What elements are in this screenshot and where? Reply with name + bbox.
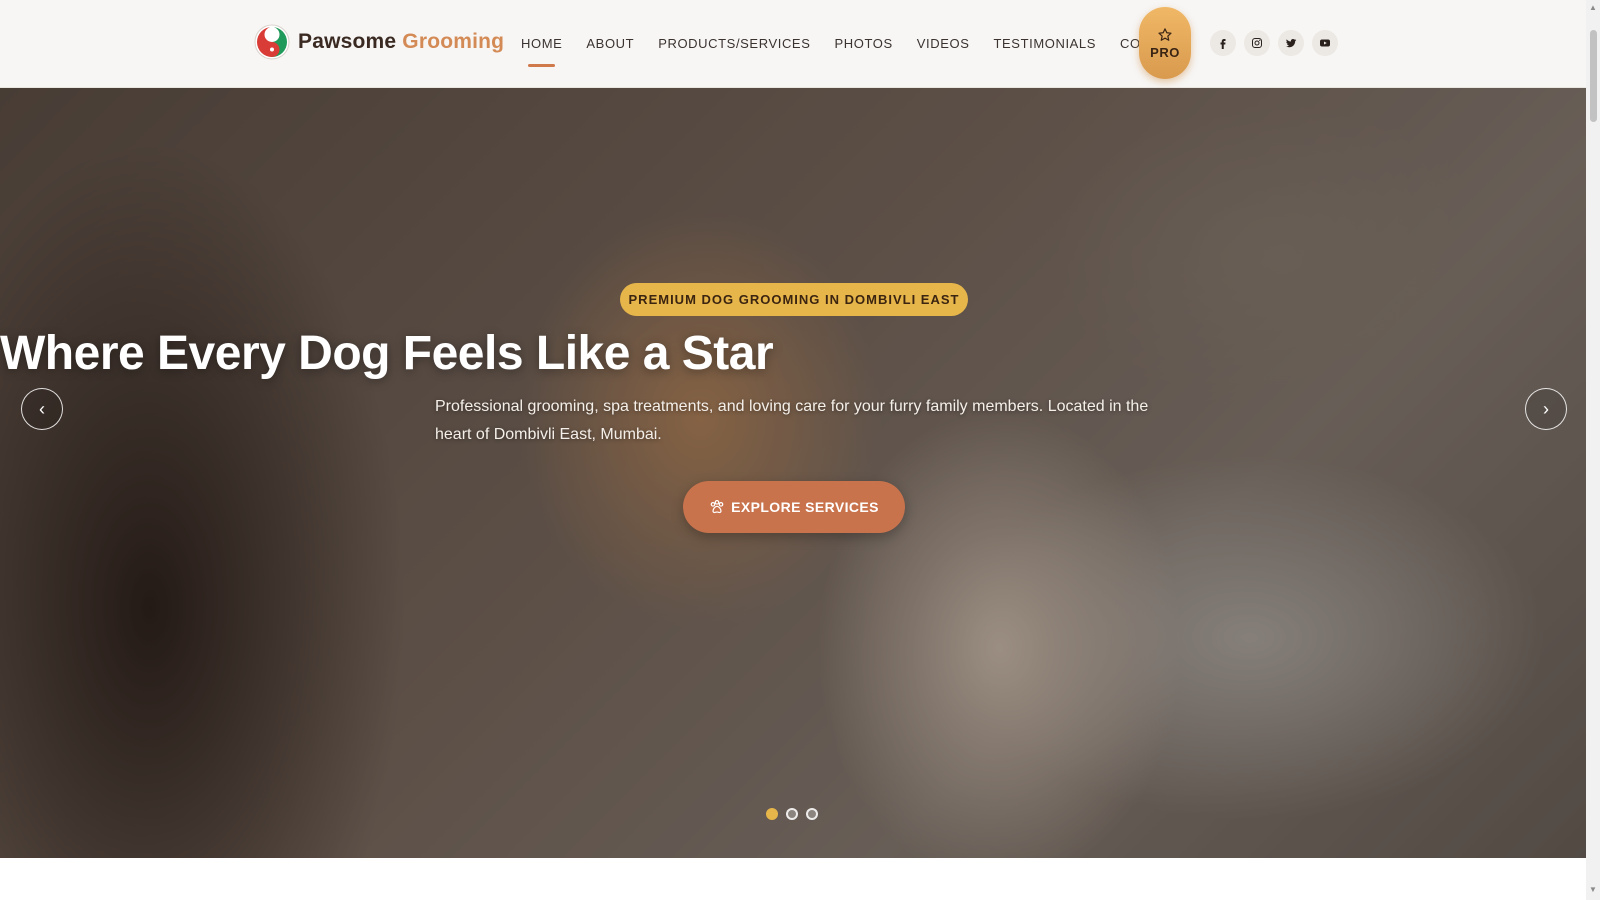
hero-slider: PREMIUM DOG GROOMING IN DOMBIVLI EAST Wh… — [0, 88, 1586, 858]
nav-item-videos[interactable]: VIDEOS — [917, 35, 970, 53]
social-links — [1210, 30, 1346, 56]
nav-item-testimonials[interactable]: TESTIMONIALS — [993, 35, 1096, 53]
scroll-thumb[interactable] — [1590, 30, 1597, 122]
twitter-icon — [1286, 38, 1297, 48]
hero-subtitle: Professional grooming, spa treatments, a… — [435, 398, 1149, 443]
star-icon — [1158, 27, 1172, 41]
explore-services-button[interactable]: EXPLORE SERVICES — [683, 481, 905, 533]
logo-icon — [254, 24, 290, 60]
youtube-icon — [1320, 39, 1330, 47]
brand-name: Pawsome Grooming — [298, 30, 504, 54]
social-facebook[interactable] — [1210, 30, 1236, 56]
carousel-dot[interactable] — [806, 808, 818, 820]
page-scrollbar[interactable]: ▲ ▼ — [1586, 0, 1600, 900]
paw-icon — [710, 500, 724, 514]
brand-logo[interactable]: Pawsome Grooming — [254, 24, 504, 60]
chevron-right-icon: › — [1543, 398, 1549, 419]
social-youtube[interactable] — [1312, 30, 1338, 56]
social-instagram[interactable] — [1244, 30, 1270, 56]
chevron-left-icon: ‹ — [39, 398, 45, 419]
site-header: Pawsome Grooming HOME ABOUT PRODUCTS/SERVIC… — [0, 0, 1586, 88]
facebook-icon — [1220, 39, 1226, 49]
carousel-next-button[interactable]: › — [1525, 388, 1567, 430]
brand-name-part2: Grooming — [402, 30, 505, 53]
hero-background-image — [0, 88, 1586, 858]
brand-name-part1: Pawsome — [298, 30, 397, 53]
carousel-dot[interactable] — [766, 808, 778, 820]
nav-item-products-services[interactable]: PRODUCTS/SERVICES — [658, 35, 810, 53]
hero-badge: PREMIUM DOG GROOMING IN DOMBIVLI EAST — [620, 283, 968, 316]
hero-title: Where Every Dog Feels Like a Star — [0, 327, 774, 380]
carousel-dot[interactable] — [786, 808, 798, 820]
scroll-up-arrow-icon[interactable]: ▲ — [1589, 4, 1597, 12]
nav-item-about[interactable]: ABOUT — [586, 35, 634, 53]
social-twitter[interactable] — [1278, 30, 1304, 56]
scroll-down-arrow-icon[interactable]: ▼ — [1589, 886, 1597, 894]
pro-label: PRO — [1150, 44, 1180, 60]
nav-item-home[interactable]: HOME — [521, 35, 562, 67]
main-nav: HOME ABOUT PRODUCTS/SERVICES PHOTOS VIDEOS TE… — [521, 0, 1210, 88]
pro-badge[interactable]: PRO — [1139, 7, 1191, 79]
carousel-dots — [766, 808, 826, 820]
nav-item-photos[interactable]: PHOTOS — [834, 35, 892, 53]
carousel-prev-button[interactable]: ‹ — [21, 388, 63, 430]
explore-services-label: EXPLORE SERVICES — [731, 499, 879, 515]
instagram-icon — [1252, 38, 1262, 48]
